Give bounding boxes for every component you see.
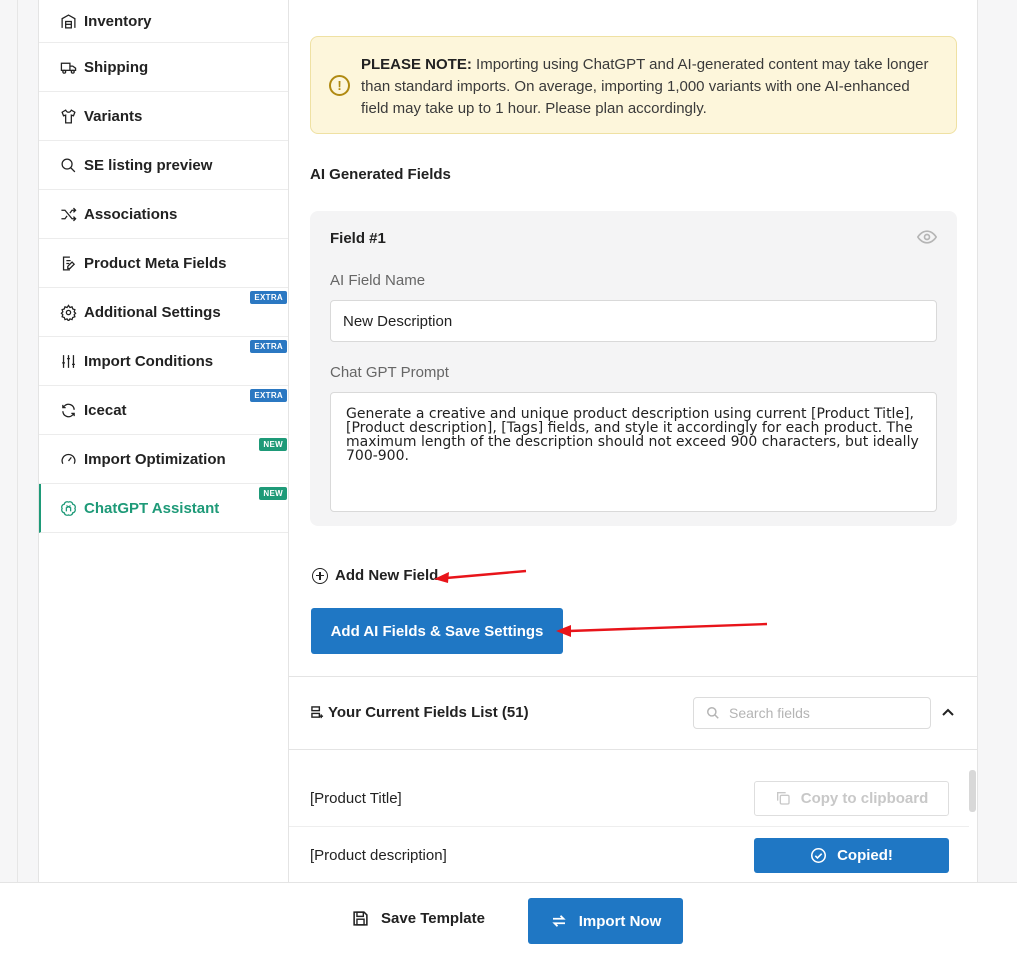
- sidebar-item-label: SE listing preview: [84, 156, 213, 174]
- check-circle-icon: [811, 847, 827, 863]
- field-title: Field #1: [330, 230, 386, 247]
- fields-list-title: Your Current Fields List (51): [311, 704, 529, 721]
- search-fields-box[interactable]: [693, 697, 931, 729]
- new-badge: NEW: [259, 487, 287, 500]
- sidebar-item-label: Variants: [84, 107, 143, 125]
- shirt-icon: [59, 107, 77, 125]
- chatgpt-prompt-label: Chat GPT Prompt: [330, 364, 449, 381]
- extra-badge: EXTRA: [250, 340, 287, 353]
- notice-prefix: PLEASE NOTE:: [361, 56, 472, 73]
- field-row-name: [Product Title]: [310, 789, 402, 807]
- add-ai-fields-save-button[interactable]: Add AI Fields & Save Settings: [311, 608, 563, 654]
- copy-button-label: Copy to clipboard: [800, 789, 929, 807]
- sidebar-item-product-meta-fields[interactable]: Product Meta Fields: [39, 239, 288, 288]
- extra-badge: EXTRA: [250, 389, 287, 402]
- sidebar-item-import-conditions[interactable]: Import Conditions EXTRA: [39, 337, 288, 386]
- fields-list-scrollbar[interactable]: [969, 770, 976, 812]
- page-right-margin: [978, 0, 1017, 882]
- gauge-icon: [59, 450, 77, 468]
- footer-action-bar: Save Template Import Now: [0, 882, 1017, 953]
- fields-list-heading: Your Current Fields List (51): [328, 704, 529, 721]
- sidebar-item-inventory[interactable]: Inventory: [39, 0, 288, 43]
- chatgpt-prompt-textarea[interactable]: Generate a creative and unique product d…: [330, 392, 937, 512]
- sidebar-item-label: Import Optimization: [84, 450, 226, 468]
- document-edit-icon: [59, 254, 77, 272]
- chatgpt-assistant-panel: ! PLEASE NOTE: Importing using ChatGPT a…: [289, 0, 978, 882]
- search-fields-input[interactable]: [729, 705, 909, 721]
- ai-field-card: Field #1 AI Field Name Chat GPT Prompt G…: [310, 211, 957, 526]
- sidebar-item-label: Associations: [84, 205, 178, 223]
- sidebar-item-label: Product Meta Fields: [84, 254, 227, 272]
- sidebar-item-label: Additional Settings: [84, 303, 221, 321]
- settings-sidebar: Inventory Shipping Variants SE listing p…: [38, 0, 289, 882]
- sidebar-item-additional-settings[interactable]: Additional Settings EXTRA: [39, 288, 288, 337]
- ai-field-name-label: AI Field Name: [330, 272, 426, 289]
- page-left-margin: [0, 0, 18, 953]
- import-time-notice: ! PLEASE NOTE: Importing using ChatGPT a…: [310, 36, 957, 134]
- sidebar-item-import-optimization[interactable]: Import Optimization NEW: [39, 435, 288, 484]
- search-icon: [707, 707, 719, 719]
- extra-badge: EXTRA: [250, 291, 287, 304]
- eye-icon[interactable]: [917, 229, 937, 245]
- sliders-icon: [59, 352, 77, 370]
- truck-icon: [59, 58, 77, 76]
- shuffle-icon: [59, 205, 77, 223]
- list-icon: [311, 706, 324, 719]
- fields-list: [Product Title] Copy to clipboard [Produ…: [289, 750, 977, 882]
- field-row-name: [Product description]: [310, 846, 447, 864]
- sync-icon: [552, 915, 566, 927]
- warehouse-icon: [59, 12, 77, 30]
- sidebar-item-associations[interactable]: Associations: [39, 190, 288, 239]
- copy-icon: [776, 792, 790, 805]
- search-icon: [59, 156, 77, 174]
- sidebar-item-se-listing-preview[interactable]: SE listing preview: [39, 141, 288, 190]
- plus-circle-icon: [312, 567, 328, 584]
- sidebar-item-label: Inventory: [84, 12, 152, 30]
- add-new-field-label: Add New Field: [335, 567, 439, 584]
- gear-icon: [59, 303, 77, 321]
- warning-icon: !: [329, 75, 350, 96]
- sidebar-item-shipping[interactable]: Shipping: [39, 43, 288, 92]
- openai-icon: [59, 499, 77, 517]
- floppy-disk-icon: [353, 911, 368, 926]
- import-now-label: Import Now: [578, 912, 662, 930]
- sidebar-item-chatgpt-assistant[interactable]: ChatGPT Assistant NEW: [39, 484, 288, 533]
- copied-button[interactable]: Copied!: [754, 837, 949, 873]
- chevron-up-icon[interactable]: [941, 706, 955, 720]
- field-row: [Product Title] Copy to clipboard: [289, 770, 969, 827]
- refresh-icon: [59, 401, 77, 419]
- copied-button-label: Copied!: [837, 846, 893, 864]
- add-new-field-button[interactable]: Add New Field: [312, 567, 438, 584]
- sidebar-item-variants[interactable]: Variants: [39, 92, 288, 141]
- ai-field-name-input[interactable]: [330, 300, 937, 342]
- sidebar-item-label: Shipping: [84, 58, 149, 76]
- field-row: [Product description] Copied!: [289, 827, 969, 882]
- new-badge: NEW: [259, 438, 287, 451]
- sidebar-item-label: Import Conditions: [84, 352, 214, 370]
- ai-fields-heading: AI Generated Fields: [310, 166, 451, 183]
- save-template-label: Save Template: [381, 910, 485, 927]
- copy-to-clipboard-button[interactable]: Copy to clipboard: [754, 780, 949, 816]
- sidebar-item-icecat[interactable]: Icecat EXTRA: [39, 386, 288, 435]
- section-divider: [289, 676, 977, 677]
- import-now-button[interactable]: Import Now: [528, 898, 683, 944]
- sidebar-item-label: Icecat: [84, 401, 127, 419]
- save-template-button[interactable]: Save Template: [352, 910, 485, 927]
- sidebar-item-label: ChatGPT Assistant: [84, 499, 220, 517]
